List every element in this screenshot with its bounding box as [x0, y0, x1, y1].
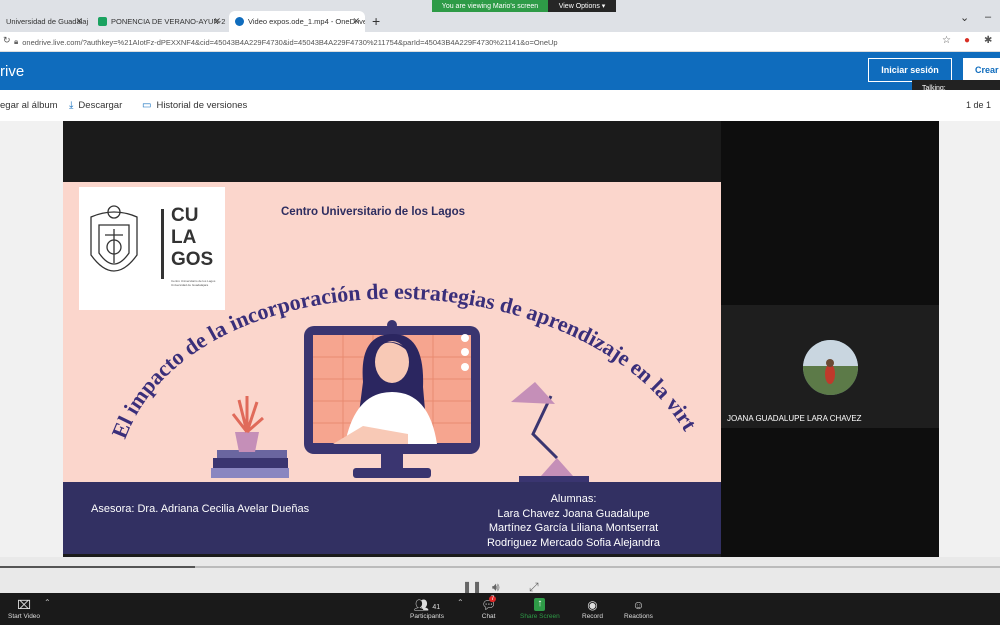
record-button[interactable]: ◉ Record: [582, 598, 603, 620]
onedrive-header: rive: [0, 52, 1000, 90]
share-screen-icon: ↑: [534, 598, 546, 611]
chat-label: Chat: [481, 613, 496, 620]
pause-icon[interactable]: ❚❚: [462, 580, 482, 594]
command-bar: egar al álbum ⤓ Descargar ▭ Historial de…: [0, 90, 1000, 121]
add-to-album-button[interactable]: egar al álbum: [0, 100, 58, 111]
add-to-album-label: egar al álbum: [0, 100, 58, 111]
chat-button[interactable]: 💬︎ 7 Chat: [481, 596, 497, 620]
share-screen-button[interactable]: ↑ Share Screen: [520, 598, 560, 620]
start-video-label: Start Video: [8, 613, 41, 620]
onedrive-icon: [235, 17, 244, 26]
share-screen-label: Share Screen: [520, 613, 560, 620]
close-icon[interactable]: ✕: [213, 16, 221, 27]
drive-icon: [98, 17, 107, 26]
version-history-label: Historial de versiones: [156, 100, 248, 111]
minimize-icon[interactable]: –: [985, 11, 991, 23]
address-bar[interactable]: ↻ 🔒︎ onedrive.live.com/?authkey=%21AIotF…: [0, 32, 1000, 52]
download-button[interactable]: ⤓ Descargar: [69, 100, 122, 111]
browser-tab-strip: You are viewing Mario's screen View Opti…: [0, 0, 1000, 32]
browser-tab-ponencia[interactable]: PONENCIA DE VERANO-AYUN-2 ✕: [92, 11, 226, 32]
view-options-button[interactable]: View Options ▾: [548, 0, 616, 12]
participants-label: Participants: [410, 613, 444, 620]
seek-bar[interactable]: [0, 566, 1000, 568]
close-icon[interactable]: ✕: [75, 16, 83, 27]
history-icon: ▭: [142, 100, 152, 111]
download-icon: ⤓: [69, 100, 74, 111]
chevron-up-icon[interactable]: ⌃: [44, 598, 51, 607]
participants-button[interactable]: 👥︎ 41 Participants: [410, 598, 444, 620]
chevron-up-icon[interactable]: ⌃: [457, 598, 464, 607]
participants-icon: 👥︎ 41: [413, 598, 441, 612]
browser-tab-udg[interactable]: Universidad de Guadalajara ✕: [0, 11, 88, 32]
camera-off-icon: ⌧: [17, 598, 31, 612]
new-tab-icon[interactable]: +: [372, 13, 380, 29]
create-account-button[interactable]: Crear: [963, 58, 1000, 82]
app-title[interactable]: rive: [0, 63, 24, 80]
chat-icon: 💬︎ 7: [481, 596, 497, 612]
student-name: Rodriguez Mercado Sofia Alejandra: [486, 536, 661, 549]
download-label: Descargar: [78, 100, 123, 111]
browser-tab-video[interactable]: Video expos.ode_1.mp4 - OneDrive ✕: [229, 11, 365, 32]
url-field[interactable]: 🔒︎ onedrive.live.com/?authkey=%21AIotFz-…: [14, 35, 936, 49]
record-icon: ◉: [587, 598, 598, 612]
advisor-text: Asesora: Dra. Adriana Cecilia Avelar Due…: [91, 503, 310, 515]
reactions-button[interactable]: ☺ Reactions: [624, 598, 653, 620]
tab-title: PONENCIA DE VERANO-AYUN-2: [111, 17, 226, 26]
start-video-button[interactable]: ⌧ Start Video: [8, 598, 40, 620]
tab-title: Video expos.ode_1.mp4 - OneDrive: [248, 17, 365, 26]
students-label: Alumnas:: [550, 493, 597, 505]
smiley-icon: ☺: [632, 598, 645, 612]
refresh-icon[interactable]: ↻: [3, 35, 11, 46]
sign-in-button[interactable]: Iniciar sesión: [868, 58, 952, 82]
lock-icon: 🔒︎: [14, 37, 19, 46]
participant-avatar: [803, 340, 858, 395]
participant-name: JOANA GUADALUPE LARA CHAVEZ: [727, 414, 862, 423]
avatar-photo: [803, 340, 858, 395]
chat-badge: 7: [489, 596, 497, 602]
students-list: Alumnas: Lara Chavez Joana Guadalupe Mar…: [441, 492, 706, 550]
credits-band: Asesora: Dra. Adriana Cecilia Avelar Due…: [63, 482, 721, 554]
chevron-down-icon[interactable]: ⌄: [960, 11, 969, 24]
player-controls: [0, 557, 1000, 593]
puzzle-icon[interactable]: ✱: [984, 35, 992, 46]
page-counter: 1 de 1: [966, 100, 992, 110]
close-icon[interactable]: ✕: [352, 16, 360, 27]
star-icon[interactable]: ☆: [942, 35, 951, 46]
reactions-label: Reactions: [624, 613, 653, 620]
presentation-slide: CU LA GOS Centro Universitario de los La…: [63, 182, 721, 554]
student-name: Martínez García Liliana Montserrat: [488, 522, 659, 534]
screen-share-banner: You are viewing Mario's screen: [432, 0, 548, 12]
extension-icon[interactable]: ●: [964, 35, 970, 46]
version-history-button[interactable]: ▭ Historial de versiones: [142, 100, 247, 111]
record-label: Record: [582, 613, 603, 620]
participants-count: 41: [432, 604, 441, 611]
student-name: Lara Chavez Joana Guadalupe: [497, 507, 650, 520]
zoom-toolbar: [0, 593, 1000, 625]
url-text: onedrive.live.com/?authkey=%21AIotFz-dPE…: [22, 37, 558, 47]
